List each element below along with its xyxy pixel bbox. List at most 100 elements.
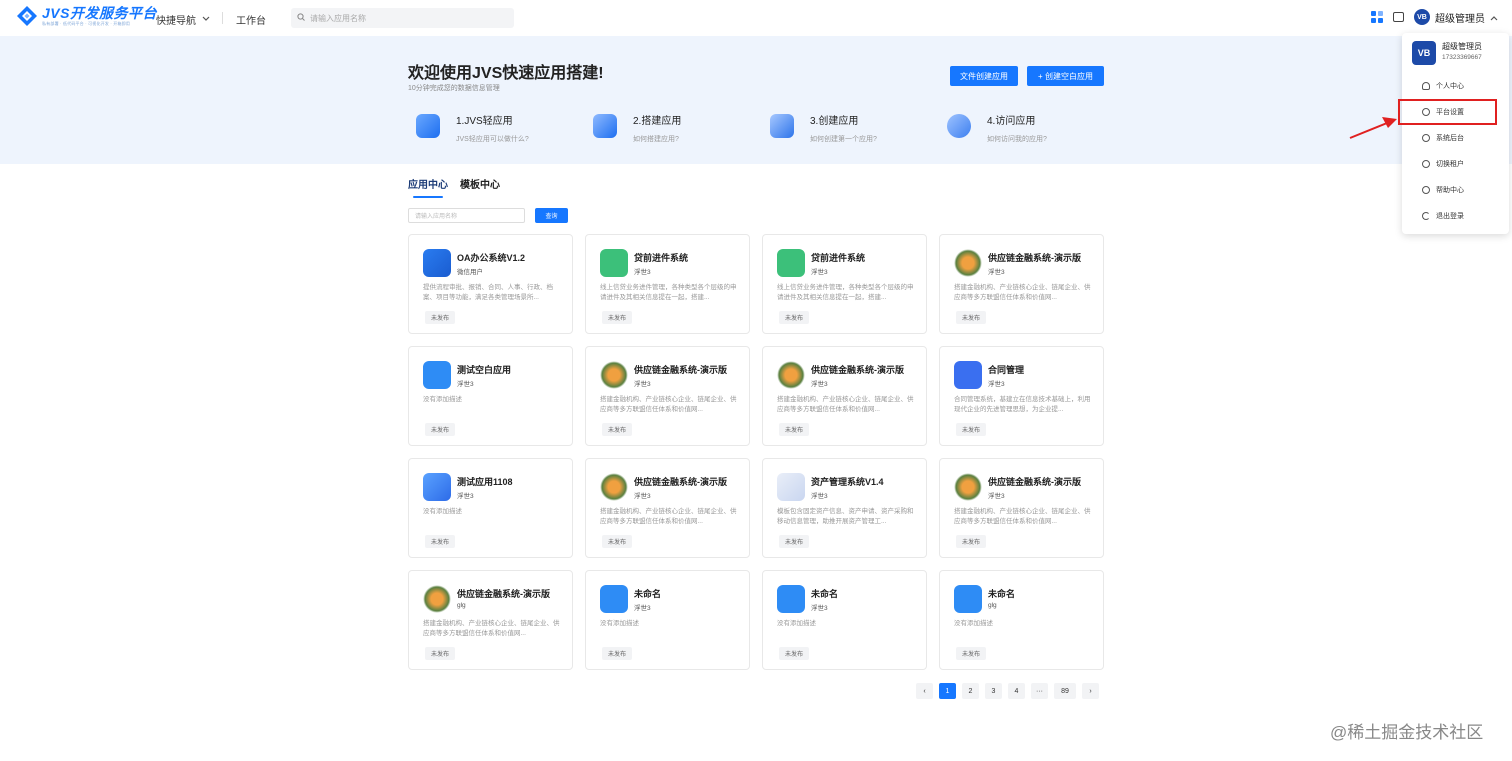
- app-card[interactable]: 未命名 glg 没有添加描述 未发布: [939, 570, 1104, 670]
- menu-item-label: 系统后台: [1436, 135, 1464, 142]
- status-badge: 未发布: [779, 535, 810, 548]
- app-card[interactable]: 供应链金融系统-演示版 浮世3 搭建金融机构、产业链核心企业、链尾企业、供应商等多方…: [585, 458, 750, 558]
- oa-icon: [423, 249, 451, 277]
- page-button[interactable]: 89: [1054, 683, 1076, 699]
- bar-chart-icon: [954, 585, 982, 613]
- search-icon: [297, 13, 305, 23]
- asset-icon: [777, 473, 805, 501]
- bar-chart-icon: [423, 361, 451, 389]
- page-button[interactable]: 4: [1008, 683, 1025, 699]
- menu-item-profile[interactable]: 个人中心: [1422, 81, 1464, 91]
- workbench-link[interactable]: 工作台: [236, 12, 266, 27]
- blank-create-app-button[interactable]: + 创建空白应用: [1027, 66, 1104, 86]
- app-description: 提供流程审批、报销、合同、人事、行政、档案、项目等功能，满足各类管理场景所...: [423, 284, 553, 301]
- dropdown-user-phone: 17323369667: [1442, 54, 1482, 61]
- app-card[interactable]: 供应链金融系统-演示版 浮世3 搭建金融机构、产业链核心企业、链尾企业、供应商等多方…: [939, 458, 1104, 558]
- center-tabs: 应用中心 模板中心: [408, 176, 500, 198]
- chevron-up-icon: [1490, 8, 1498, 26]
- avatar: VB: [1412, 41, 1436, 65]
- app-owner: 浮世3: [634, 605, 651, 612]
- status-badge: 未发布: [956, 647, 987, 660]
- step-title: 3.创建应用: [810, 116, 859, 127]
- step-desc: JVS轻应用可以做什么?: [456, 136, 529, 143]
- divider: [222, 12, 223, 24]
- app-description: 搭建金融机构、产业链核心企业、链尾企业、供应商等多方联盟信任体系和价值网...: [777, 396, 914, 413]
- app-owner: 浮世3: [811, 493, 828, 500]
- app-description: 搭建金融机构、产业链核心企业、链尾企业、供应商等多方联盟信任体系和价值网...: [954, 284, 1091, 301]
- status-badge: 未发布: [425, 647, 456, 660]
- more-pages-button[interactable]: ···: [1031, 683, 1048, 699]
- app-description: 没有添加描述: [423, 396, 462, 403]
- app-name: 贷前进件系统: [811, 253, 866, 263]
- highlight-box: [1398, 99, 1497, 125]
- step-desc: 如何访问我的应用?: [987, 136, 1047, 143]
- chevron-down-icon: [202, 14, 210, 25]
- step-title: 4.访问应用: [987, 116, 1036, 127]
- help-icon: [1422, 186, 1430, 194]
- app-name: OA办公系统V1.2: [457, 253, 526, 263]
- menu-item-label: 帮助中心: [1436, 187, 1464, 194]
- app-card[interactable]: 测试空白应用 浮世3 没有添加描述 未发布: [408, 346, 573, 446]
- quick-nav-dropdown[interactable]: 快捷导航: [156, 12, 210, 27]
- gear-icon: [1422, 134, 1430, 142]
- app-card[interactable]: 贷前进件系统 浮世3 线上信贷业务进件管理，各种类型各个层级的申请进件及其相关信息提…: [585, 234, 750, 334]
- logo[interactable]: JVS开发服务平台 私有部署 · 低代码平台 · 可视化开发 · 开箱即用: [16, 5, 157, 27]
- app-card[interactable]: 未命名浮世3 没有添加描述未发布: [762, 570, 927, 670]
- apps-grid-icon[interactable]: [1371, 11, 1383, 23]
- query-button[interactable]: 查询: [535, 208, 568, 223]
- status-badge: 未发布: [602, 535, 633, 548]
- app-card[interactable]: 供应链金融系统-演示版 浮世3 搭建金融机构、产业链核心企业、链尾企业、供应商等多方…: [762, 346, 927, 446]
- app-name: 供应链金融系统-演示版: [988, 477, 1081, 487]
- app-card[interactable]: OA办公系统V1.2 微信用户提供流程审批、报销、合同、人事、行政、档案、项目等功…: [408, 234, 573, 334]
- app-card[interactable]: 测试应用1108 浮世3 没有添加描述 未发布: [408, 458, 573, 558]
- status-badge: 未发布: [956, 423, 987, 436]
- app-search-input[interactable]: 请输入应用名称: [408, 208, 525, 223]
- menu-item-help-center[interactable]: 帮助中心: [1422, 185, 1464, 195]
- menu-item-logout[interactable]: 退出登录: [1422, 211, 1464, 221]
- app-description: 没有添加描述: [600, 620, 639, 627]
- page-button[interactable]: 2: [962, 683, 979, 699]
- app-name: 供应链金融系统-演示版: [634, 477, 727, 487]
- app-description: 没有添加描述: [777, 620, 816, 627]
- app-owner: 浮世3: [811, 605, 828, 612]
- next-page-button[interactable]: ›: [1082, 683, 1099, 699]
- app-owner: 浮世3: [634, 381, 651, 388]
- supply-chain-icon: [777, 361, 805, 389]
- app-card[interactable]: 供应链金融系统-演示版 浮世3 搭建金融机构、产业链核心企业、链尾企业、供应商等多方…: [585, 346, 750, 446]
- app-description: 搭建金融机构、产业链核心企业、链尾企业、供应商等多方联盟信任体系和价值网...: [600, 396, 737, 413]
- watermark: @稀土掘金技术社区: [1330, 723, 1484, 742]
- file-create-app-button[interactable]: 文件创建应用: [950, 66, 1018, 86]
- status-badge: 未发布: [779, 647, 810, 660]
- app-owner: 浮世3: [457, 493, 474, 500]
- app-name: 供应链金融系统-演示版: [988, 253, 1081, 263]
- status-badge: 未发布: [602, 311, 633, 324]
- code-window-icon: [416, 114, 440, 138]
- menu-item-system-backend[interactable]: 系统后台: [1422, 133, 1464, 143]
- app-card[interactable]: 供应链金融系统-演示版 glg 搭建金融机构、产业链核心企业、链尾企业、供应商等多方…: [408, 570, 573, 670]
- message-icon[interactable]: [1393, 12, 1404, 22]
- app-card[interactable]: 供应链金融系统-演示版 浮世3 搭建金融机构、产业链核心企业、链尾企业、供应商等多方…: [939, 234, 1104, 334]
- app-card[interactable]: 贷前进件系统 浮世3 线上信贷业务进件管理，各种类型各个层级的申请进件及其相关信息提…: [762, 234, 927, 334]
- global-search-input[interactable]: 请输入应用名称: [291, 8, 514, 28]
- supply-chain-icon: [423, 585, 451, 613]
- user-menu-trigger[interactable]: VB 超级管理员: [1414, 8, 1498, 26]
- tab-template-center[interactable]: 模板中心: [460, 176, 500, 198]
- app-name: 未命名: [634, 589, 662, 599]
- tab-app-center[interactable]: 应用中心: [408, 176, 448, 198]
- search-placeholder: 请输入应用名称: [310, 13, 366, 23]
- page-button[interactable]: 3: [985, 683, 1002, 699]
- app-card[interactable]: 资产管理系统V1.4 浮世3 模板包含固定资产信息、资产申请、资产采购和移动信息管理…: [762, 458, 927, 558]
- menu-item-switch-tenant[interactable]: 切换租户: [1422, 159, 1464, 169]
- page-button[interactable]: 1: [939, 683, 956, 699]
- prev-page-button[interactable]: ‹: [916, 683, 933, 699]
- app-name: 未命名: [811, 589, 839, 599]
- app-owner: 浮世3: [988, 269, 1005, 276]
- app-owner: 浮世3: [988, 493, 1005, 500]
- wand-icon: [423, 473, 451, 501]
- app-owner: 微信用户: [457, 269, 483, 276]
- app-card[interactable]: 合同管理 浮世3 合同管理系统，基建立在信息技术基础上，利用现代企业的先进管理思想，…: [939, 346, 1104, 446]
- gear-icon: [1422, 160, 1430, 168]
- app-name: 资产管理系统V1.4: [811, 477, 884, 487]
- app-card[interactable]: 未命名 浮世3 没有添加描述 未发布: [585, 570, 750, 670]
- app-name: 测试空白应用: [457, 365, 512, 375]
